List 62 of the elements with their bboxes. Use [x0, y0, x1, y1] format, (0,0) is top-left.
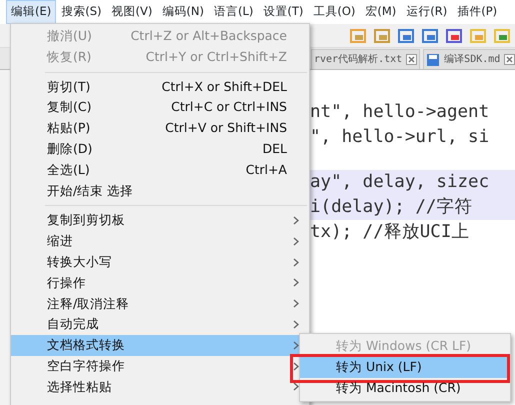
menu-label: 全选(L) [47, 160, 90, 179]
menu-label: 删除(D) [47, 140, 92, 158]
menu-item[interactable]: 宏(M) [360, 0, 402, 24]
toolbar-icon[interactable] [493, 26, 511, 44]
menu-item[interactable]: 缩进 [11, 231, 309, 252]
shortcut-text: Ctrl+Y or Ctrl+Shift+Z [146, 48, 287, 66]
menu-item[interactable]: 插件(P) [452, 0, 502, 24]
menu-item[interactable]: 行操作 [11, 272, 309, 294]
shortcut-text: Ctrl+X or Shift+DEL [162, 78, 287, 96]
menu-item[interactable]: 工具(O) [308, 0, 360, 24]
menu-label: 复制到剪切板 [47, 211, 125, 230]
close-icon[interactable] [406, 54, 418, 65]
menu-item[interactable]: 复制(C) Ctrl+C or Ctrl+INS [11, 97, 309, 118]
code-line: ", hello->url, si [310, 126, 490, 149]
menu-item[interactable]: 转换大小写 [11, 252, 309, 273]
menu-item[interactable]: 运行(R) [401, 0, 452, 24]
shortcut-text: Ctrl+C or Ctrl+INS [171, 98, 287, 116]
toolbar-icon[interactable] [421, 26, 439, 44]
menu-label: 空白字符操作 [47, 356, 125, 375]
shortcut-text: Ctrl+A [246, 160, 287, 179]
file-tab[interactable]: 编译SDK.md [423, 49, 515, 69]
menu-item[interactable]: 视图(V) [106, 0, 158, 24]
menu-label: 撤消(U) [47, 27, 92, 46]
menu-item[interactable]: 自动完成 [11, 314, 309, 336]
submenu-item[interactable]: 转为 Unix (LF) [300, 357, 510, 378]
code-line: tx); //释放UCI上 [310, 221, 470, 244]
shortcut-text: Ctrl+Z or Alt+Backspace [130, 27, 287, 46]
save-icon [426, 52, 440, 66]
toolbar-icon[interactable] [349, 26, 367, 44]
toolbar-icon[interactable] [373, 26, 391, 44]
menu-label: 恢复(R) [47, 48, 92, 66]
menu-item[interactable]: 注释/取消注释 [11, 294, 309, 314]
menu-label: 选择性粘贴 [47, 378, 112, 396]
menu-item[interactable]: 编辑(E) [6, 0, 56, 24]
menu-label: 自动完成 [47, 315, 99, 334]
menu-item[interactable]: 删除(D) DEL [11, 138, 309, 160]
menu-label: 转换大小写 [47, 252, 112, 271]
menu-item[interactable]: 编码(N) [157, 0, 209, 24]
shortcut-text: DEL [262, 140, 287, 158]
menu-item[interactable]: 开始/结束 选择 [11, 180, 309, 202]
menu-item[interactable]: 设置(T) [258, 0, 308, 24]
menu-item[interactable]: 剪切(T) Ctrl+X or Shift+DEL [11, 76, 309, 98]
menu-label: 粘贴(P) [47, 119, 90, 138]
close-icon[interactable] [504, 54, 515, 65]
menu-label: 剪切(T) [47, 78, 90, 96]
menu-label: 缩进 [47, 232, 73, 250]
menu-item[interactable]: 粘贴(P) Ctrl+V or Shift+INS [11, 118, 309, 139]
menu-item[interactable]: 复制到剪切板 [11, 210, 309, 232]
menu-label: 行操作 [47, 274, 86, 292]
tab-title: 编译SDK.md [444, 52, 500, 67]
menu-item[interactable]: 全选(L) Ctrl+A [11, 160, 309, 181]
menu-label: 注释/取消注释 [47, 294, 130, 313]
file-tab[interactable]: rver代码解析.txt [311, 49, 420, 69]
menu-item[interactable]: 语言(L) [208, 0, 258, 24]
menu-label: 复制(C) [47, 98, 92, 116]
menu-item[interactable]: 搜索(S) [56, 0, 107, 24]
toolbar-icon[interactable] [445, 26, 463, 44]
tab-title: rver代码解析.txt [314, 52, 402, 67]
toolbar-icon[interactable] [397, 26, 415, 44]
menu-label: 文档格式转换 [47, 336, 125, 354]
code-line: nt", hello->agent [310, 101, 490, 124]
shortcut-text: Ctrl+V or Shift+INS [165, 119, 287, 138]
